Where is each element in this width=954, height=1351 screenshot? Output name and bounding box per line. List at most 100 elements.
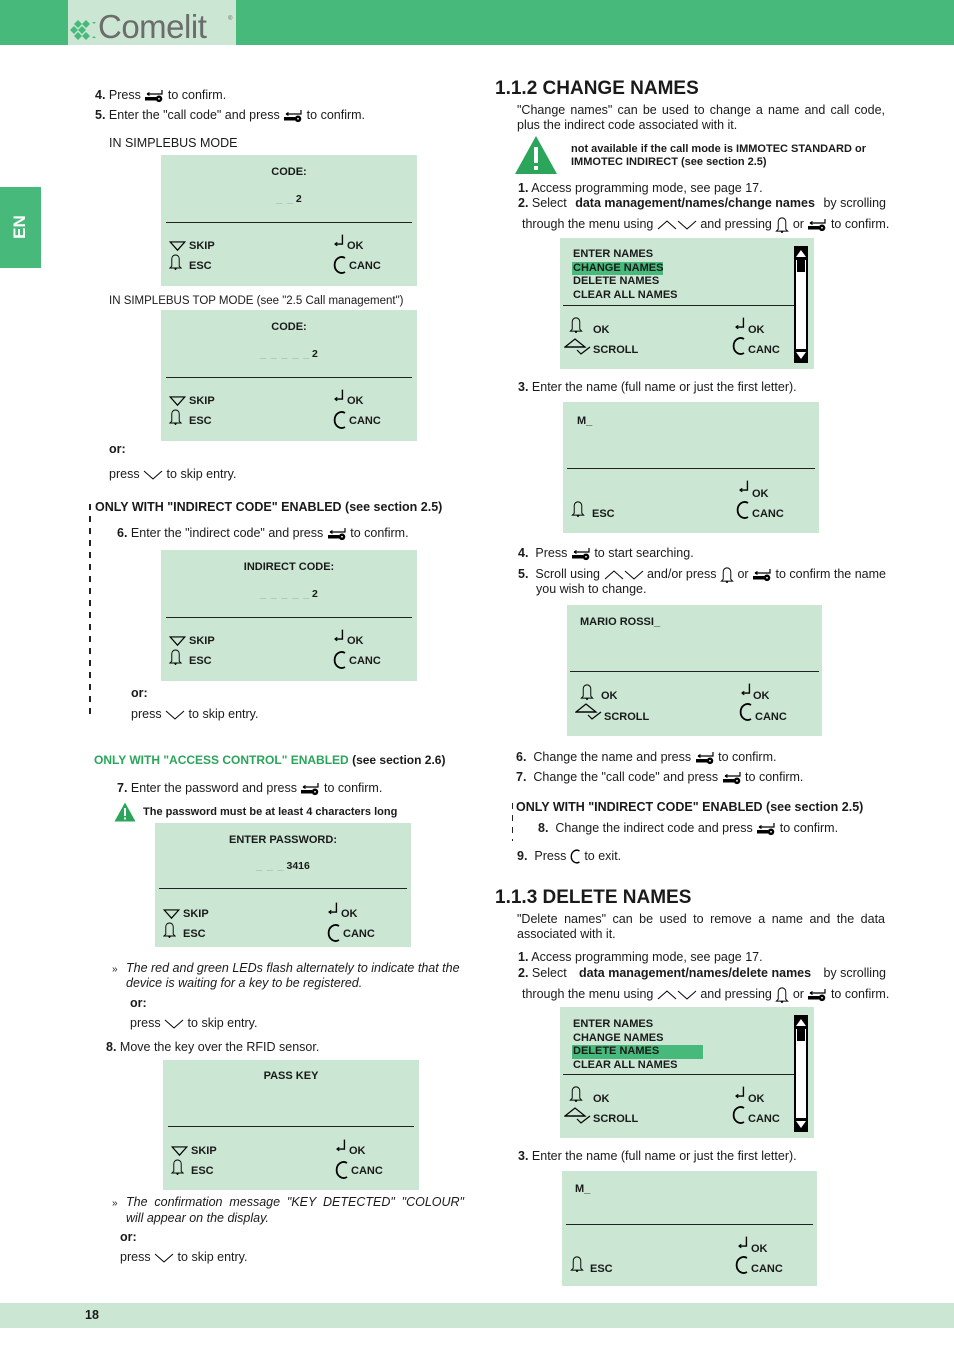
lcd-title: ENTER PASSWORD: [229, 834, 337, 846]
menu-item-selected[interactable]: CHANGE NAMES [572, 261, 664, 276]
delete-intro-line2: associated with it. [517, 927, 616, 941]
immotec-warning-line2: IMMOTEC INDIRECT (see section 2.5) [571, 156, 767, 168]
cancel-c-icon [570, 848, 581, 865]
skip-down-icon [171, 1146, 188, 1157]
change-names-heading: 1.1.2 CHANGE NAMES [495, 78, 699, 99]
bell-icon [570, 1255, 584, 1272]
skip-down-icon [169, 636, 186, 647]
change-step-7: 7. Change the "call code" and press to c… [516, 770, 804, 784]
bell-icon [775, 986, 789, 1003]
cancel-c-icon [735, 1256, 749, 1274]
menu-item[interactable]: CLEAR ALL NAMES [572, 289, 678, 303]
skip-entry-hint: press to skip entry. [109, 467, 237, 481]
enter-icon [737, 1236, 749, 1251]
key-confirm-icon [300, 782, 320, 796]
enter-icon [333, 234, 345, 249]
cancel-c-icon [333, 256, 347, 274]
step-4: 4. Press to confirm. [95, 88, 227, 102]
menu-item[interactable]: CLEAR ALL NAMES [572, 1059, 703, 1073]
cancel-c-icon [335, 1161, 349, 1179]
lcd-skip-label: SKIP [189, 635, 215, 647]
lcd-esc-label: ESC [592, 508, 615, 520]
lcd-names-menu-delete: ENTER NAMES CHANGE NAMES DELETE NAMES CLEAR… [560, 1007, 814, 1138]
down-arrow-icon [677, 989, 697, 1001]
scroll-down-icon[interactable] [796, 352, 806, 360]
lcd-canc-label: CANC [343, 928, 375, 940]
key-confirm-icon [752, 568, 772, 582]
lcd-names-menu-change: ENTER NAMES CHANGE NAMES DELETE NAMES CLEAR… [560, 238, 814, 369]
delete-step-2-cont: through the menu using and pressing or t… [522, 986, 889, 1003]
logo-mark-icon [70, 20, 96, 40]
or-label: or: [120, 1230, 137, 1244]
cancel-c-icon [327, 924, 341, 942]
lcd-ok-label: OK [751, 1243, 768, 1255]
footer-bar [0, 1303, 954, 1328]
lcd-esc-label: ESC [590, 1263, 613, 1275]
menu-item[interactable]: DELETE NAMES [572, 275, 678, 289]
lcd-ok-label: OK [752, 488, 769, 500]
menu-scrollbar[interactable] [794, 1015, 808, 1132]
change-step-5-cont: you wish to change. [536, 582, 647, 596]
change-intro-line1: "Change names" can be used to change a n… [517, 103, 885, 117]
menu-item[interactable]: ENTER NAMES [572, 1018, 703, 1032]
lcd-divider [563, 1074, 795, 1075]
lcd-name-input-delete: M_ ESC OK CANC [562, 1171, 817, 1286]
scroll-down-icon[interactable] [796, 1121, 806, 1129]
lcd-scroll-label: SCROLL [593, 344, 639, 356]
bell-icon [569, 316, 583, 333]
menu-scrollbar[interactable] [794, 246, 808, 363]
key-confirm-icon [571, 547, 591, 561]
lcd-esc-label: ESC [189, 415, 212, 427]
lcd-canc-label: CANC [752, 508, 784, 520]
key-confirm-icon [807, 988, 827, 1002]
lcd-title: CODE: [271, 321, 307, 333]
delete-intro-line1: "Delete names" can be used to remove a n… [517, 912, 885, 926]
lcd-pass-key: PASS KEY SKIP ESC OK CANC [163, 1060, 419, 1190]
down-arrow-icon [165, 709, 185, 721]
scroll-up-icon[interactable] [796, 249, 806, 257]
key-confirm-icon [695, 751, 715, 765]
indirect-code-heading: ONLY WITH "INDIRECT CODE" ENABLED (see s… [95, 500, 443, 514]
scroll-up-icon[interactable] [796, 1018, 806, 1026]
bell-icon [569, 1085, 583, 1102]
lcd-divider [563, 305, 795, 306]
lcd-divider [159, 888, 407, 889]
cancel-c-icon [333, 411, 347, 429]
indirect-code-heading: ONLY WITH "INDIRECT CODE" ENABLED (see s… [516, 800, 864, 814]
bell-icon [171, 1158, 184, 1175]
note-bullet: » [112, 964, 118, 975]
lcd-search-result: MARIO ROSSI_ OK SCROLL OK CANC [567, 605, 822, 736]
names-menu: ENTER NAMES CHANGE NAMES DELETE NAMES CLEAR… [572, 1018, 703, 1073]
bell-icon [571, 500, 585, 517]
mode-label-simplebus: IN SIMPLEBUS MODE [109, 136, 238, 150]
lcd-ok-label: OK [349, 1145, 366, 1157]
bell-icon [163, 921, 176, 938]
lcd-title: INDIRECT CODE: [243, 561, 335, 573]
menu-item[interactable]: CHANGE NAMES [572, 1032, 703, 1046]
change-intro-line2: plus the indirect code associated with i… [517, 118, 738, 132]
key-confirm-icon [327, 527, 347, 541]
lcd-ok-label: OK [341, 908, 358, 920]
lcd-divider [166, 377, 412, 378]
led-note-line1: The red and green LEDs flash alternately… [126, 961, 460, 975]
lcd-esc-label: ESC [191, 1165, 214, 1177]
bell-icon [169, 648, 182, 665]
down-arrow-icon [154, 1252, 174, 1264]
lcd-ok-label: OK [593, 1093, 610, 1105]
warning-icon [514, 135, 558, 175]
menu-item[interactable]: ENTER NAMES [572, 248, 678, 262]
lcd-value: _ _ 2 [276, 193, 302, 205]
lcd-code-simplebus-top: CODE: _ _ _ _ _ 2 SKIP ESC OK CANC [161, 310, 417, 441]
lcd-canc-label: CANC [751, 1263, 783, 1275]
skip-down-icon [169, 396, 186, 407]
language-tab[interactable]: EN [0, 187, 41, 268]
change-step-1: 1. Access programming mode, see page 17. [518, 181, 763, 195]
change-step-4: 4. Press to start searching. [518, 546, 694, 561]
delete-step-2: 2. Select data management/names/delete n… [518, 966, 886, 980]
lcd-name-value: MARIO ROSSI_ [580, 616, 661, 628]
lcd-name-value: M_ [575, 1183, 591, 1195]
menu-item-selected[interactable]: DELETE NAMES [572, 1045, 703, 1060]
access-control-heading: ONLY WITH "ACCESS CONTROL" ENABLED (see … [94, 753, 446, 767]
key-confirm-icon [756, 822, 776, 836]
key-confirm-icon [283, 109, 303, 123]
